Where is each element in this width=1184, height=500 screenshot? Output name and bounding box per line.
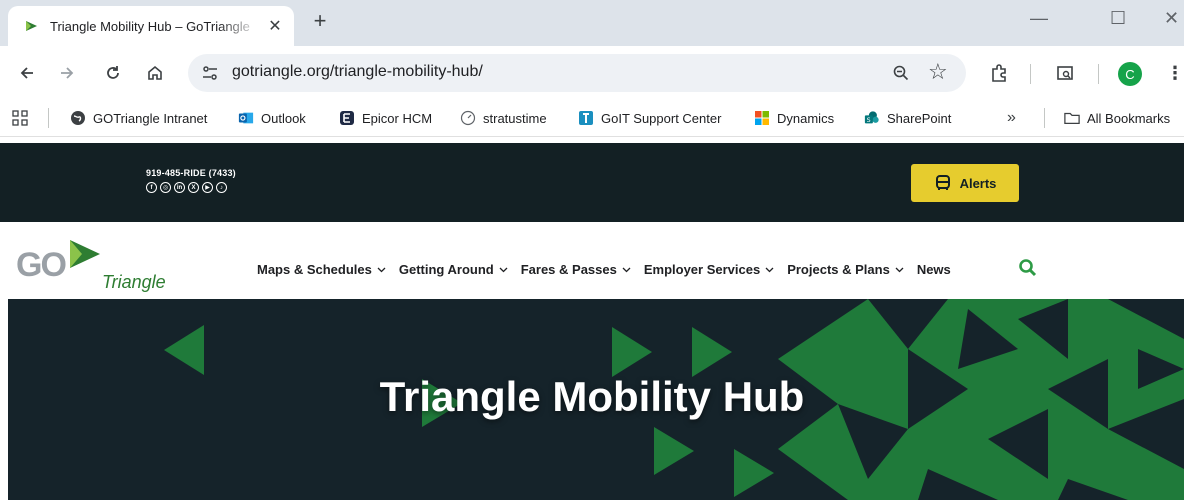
- back-button[interactable]: [14, 60, 40, 86]
- bookmark-star-icon[interactable]: ☆: [928, 59, 948, 85]
- outlook-icon: [238, 110, 254, 126]
- reading-mode-icon[interactable]: [1052, 60, 1078, 86]
- address-bar[interactable]: gotriangle.org/triangle-mobility-hub/ ☆: [188, 54, 966, 92]
- url-text[interactable]: gotriangle.org/triangle-mobility-hub/: [232, 63, 483, 81]
- nav-getting-around[interactable]: Getting Around: [399, 262, 508, 277]
- bookmark-goit-support-center[interactable]: GoIT Support Center: [578, 108, 721, 128]
- bookmark-epicor-hcm[interactable]: Epicor HCM: [339, 108, 432, 128]
- forward-button[interactable]: [54, 60, 80, 86]
- gotriangle-favicon-icon: [22, 17, 40, 35]
- support-icon: [578, 110, 594, 126]
- bookmarks-separator: [1044, 108, 1045, 128]
- hero-banner: Triangle Mobility Hub: [8, 299, 1184, 500]
- alerts-label: Alerts: [959, 175, 997, 191]
- zoom-icon[interactable]: [890, 62, 912, 84]
- tiktok-icon[interactable]: ♪: [216, 182, 227, 193]
- maximize-button[interactable]: ☐: [1110, 8, 1126, 29]
- logo-arrow-icon: [70, 240, 100, 268]
- site-header: GO Triangle Maps & Schedules Getting Aro…: [0, 222, 1184, 299]
- linkedin-icon[interactable]: in: [174, 182, 185, 193]
- folder-icon: [1064, 110, 1080, 126]
- apps-grid-icon[interactable]: [12, 108, 28, 128]
- home-icon: [148, 65, 162, 80]
- instagram-icon[interactable]: ◎: [160, 182, 171, 193]
- back-arrow-icon: [20, 67, 33, 79]
- bookmark-gotriangle-intranet[interactable]: GOTriangle Intranet: [70, 108, 207, 128]
- alerts-button[interactable]: Alerts: [911, 164, 1019, 202]
- logo-triangle-text: Triangle: [102, 272, 166, 292]
- clock-icon: [460, 110, 476, 126]
- sharepoint-icon: S: [864, 110, 880, 126]
- site-info-icon[interactable]: [200, 63, 220, 83]
- bookmark-sharepoint[interactable]: S SharePoint: [864, 108, 951, 128]
- all-bookmarks-button[interactable]: All Bookmarks: [1064, 108, 1170, 128]
- nav-projects-plans[interactable]: Projects & Plans: [787, 262, 904, 277]
- hero-title: Triangle Mobility Hub: [379, 373, 805, 420]
- logo-go-text: GO: [16, 246, 67, 284]
- x-icon[interactable]: X: [188, 182, 199, 193]
- epicor-icon: [339, 110, 355, 126]
- reload-button[interactable]: [100, 60, 126, 86]
- nav-employer-services[interactable]: Employer Services: [644, 262, 774, 277]
- profile-avatar[interactable]: C: [1118, 62, 1142, 86]
- toolbar-separator: [1098, 64, 1099, 84]
- reload-icon: [107, 66, 119, 79]
- microsoft-icon: [754, 110, 770, 126]
- chevron-down-icon: [895, 267, 904, 272]
- gotriangle-logo[interactable]: GO Triangle: [16, 236, 186, 292]
- home-button[interactable]: [142, 60, 168, 86]
- globe-icon: [70, 110, 86, 126]
- bookmark-outlook[interactable]: Outlook: [238, 108, 306, 128]
- new-tab-button[interactable]: +: [306, 8, 334, 34]
- nav-maps-schedules[interactable]: Maps & Schedules: [257, 262, 386, 277]
- extensions-icon[interactable]: [986, 60, 1012, 86]
- browser-tab-strip: Triangle Mobility Hub – GoTriangle ✕ + —…: [0, 0, 1184, 46]
- window-close-button[interactable]: ✕: [1164, 8, 1179, 29]
- bus-icon: [935, 175, 950, 190]
- bookmarks-separator: [48, 108, 49, 128]
- bookmarks-bar: GOTriangle Intranet Outlook Epicor HCM s…: [0, 100, 1184, 137]
- main-nav: Maps & Schedules Getting Around Fares & …: [257, 262, 964, 277]
- bookmark-stratustime[interactable]: stratustime: [460, 108, 547, 128]
- toolbar-separator: [1030, 64, 1031, 84]
- youtube-icon[interactable]: ▶: [202, 182, 213, 193]
- site-search-icon[interactable]: [1018, 258, 1040, 280]
- site-utility-bar: 919-485-RIDE (7433) f ◎ in X ▶ ♪ Alerts: [0, 143, 1184, 222]
- bookmarks-overflow-button[interactable]: »: [1007, 108, 1016, 128]
- forward-arrow-icon: [61, 67, 74, 79]
- nav-news[interactable]: News: [917, 262, 951, 277]
- social-links: f ◎ in X ▶ ♪: [146, 182, 227, 193]
- browser-tab-active[interactable]: Triangle Mobility Hub – GoTriangle ✕: [8, 6, 294, 46]
- tab-close-icon[interactable]: ✕: [266, 16, 284, 36]
- tab-title: Triangle Mobility Hub – GoTriangle: [50, 18, 250, 34]
- chevron-down-icon: [765, 267, 774, 272]
- nav-fares-passes[interactable]: Fares & Passes: [521, 262, 631, 277]
- menu-kebab-icon[interactable]: ⋮: [1162, 60, 1184, 86]
- facebook-icon[interactable]: f: [146, 182, 157, 193]
- chevron-down-icon: [499, 267, 508, 272]
- svg-text:S: S: [867, 117, 871, 124]
- phone-number[interactable]: 919-485-RIDE (7433): [146, 168, 236, 178]
- chevron-down-icon: [622, 267, 631, 272]
- chevron-down-icon: [377, 267, 386, 272]
- browser-toolbar: gotriangle.org/triangle-mobility-hub/ ☆ …: [0, 46, 1184, 100]
- minimize-button[interactable]: —: [1030, 8, 1048, 29]
- bookmark-dynamics[interactable]: Dynamics: [754, 108, 834, 128]
